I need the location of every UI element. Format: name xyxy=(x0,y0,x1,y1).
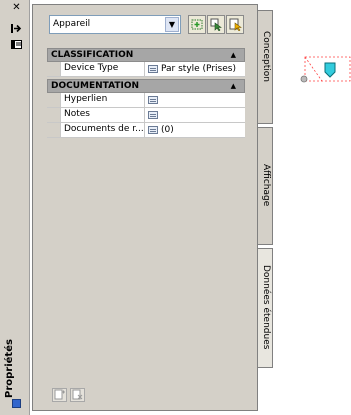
property-row[interactable]: Documents de r... (0) xyxy=(47,123,245,138)
select-similar-icon xyxy=(191,19,203,30)
properties-icon xyxy=(12,399,21,408)
tab-conception[interactable]: Conception xyxy=(258,10,273,124)
properties-palette: Appareil ▼ CLASSIFICATION ▲ Device Type … xyxy=(32,4,258,411)
tab-affichage[interactable]: Affichage xyxy=(258,127,273,245)
property-name: Device Type xyxy=(61,62,145,76)
category-header-documentation[interactable]: DOCUMENTATION ▲ xyxy=(47,79,245,93)
tab-donnees-etendues[interactable]: Données étendues xyxy=(258,248,273,368)
chevron-down-icon[interactable]: ▼ xyxy=(165,17,179,32)
property-name: Documents de r... xyxy=(61,123,145,137)
collapse-icon[interactable]: ▲ xyxy=(231,49,236,61)
property-name: Notes xyxy=(61,108,145,122)
property-row[interactable]: Device Type Par style (Prises) xyxy=(47,62,245,77)
category-label: DOCUMENTATION xyxy=(51,81,140,91)
remove-document-icon xyxy=(72,389,83,400)
hyperlink-icon xyxy=(148,96,158,104)
toggle-pickadd-icon xyxy=(229,18,242,31)
documents-icon xyxy=(148,126,158,134)
property-value[interactable] xyxy=(145,108,245,122)
category-label: CLASSIFICATION xyxy=(51,50,134,60)
property-value[interactable] xyxy=(145,93,245,107)
toggle-pickadd-button[interactable] xyxy=(226,15,244,34)
property-value[interactable]: Par style (Prises) xyxy=(145,62,245,76)
palette-title-strip: ✕ Propriétés xyxy=(0,0,30,415)
palette-title: Propriétés xyxy=(4,339,15,398)
remove-document-button[interactable] xyxy=(70,388,85,402)
notes-icon xyxy=(148,111,158,119)
outlet-icon xyxy=(324,62,336,78)
close-icon[interactable]: ✕ xyxy=(11,2,22,13)
object-type-dropdown[interactable]: Appareil ▼ xyxy=(49,15,181,34)
property-value[interactable]: (0) xyxy=(145,123,245,137)
quick-select-icon xyxy=(210,18,222,31)
select-similar-button[interactable] xyxy=(188,15,206,34)
style-icon xyxy=(148,65,158,73)
property-grid: CLASSIFICATION ▲ Device Type Par style (… xyxy=(47,48,245,138)
collapse-icon[interactable]: ▲ xyxy=(231,80,236,92)
selected-device-symbol[interactable] xyxy=(300,55,351,85)
grip-icon xyxy=(300,75,308,83)
category-header-classification[interactable]: CLASSIFICATION ▲ xyxy=(47,48,245,62)
add-document-icon xyxy=(54,389,65,400)
tab-label: Conception xyxy=(261,31,271,82)
property-row[interactable]: Notes xyxy=(47,108,245,123)
property-row[interactable]: Hyperlien xyxy=(47,93,245,108)
palette-menu-icon[interactable] xyxy=(11,39,22,50)
autohide-icon[interactable] xyxy=(11,23,22,34)
quick-select-button[interactable] xyxy=(207,15,225,34)
tab-label: Affichage xyxy=(261,164,271,207)
tab-label: Données étendues xyxy=(261,265,271,350)
object-type-value: Appareil xyxy=(53,19,91,29)
add-document-button[interactable] xyxy=(52,388,67,402)
property-name: Hyperlien xyxy=(61,93,145,107)
